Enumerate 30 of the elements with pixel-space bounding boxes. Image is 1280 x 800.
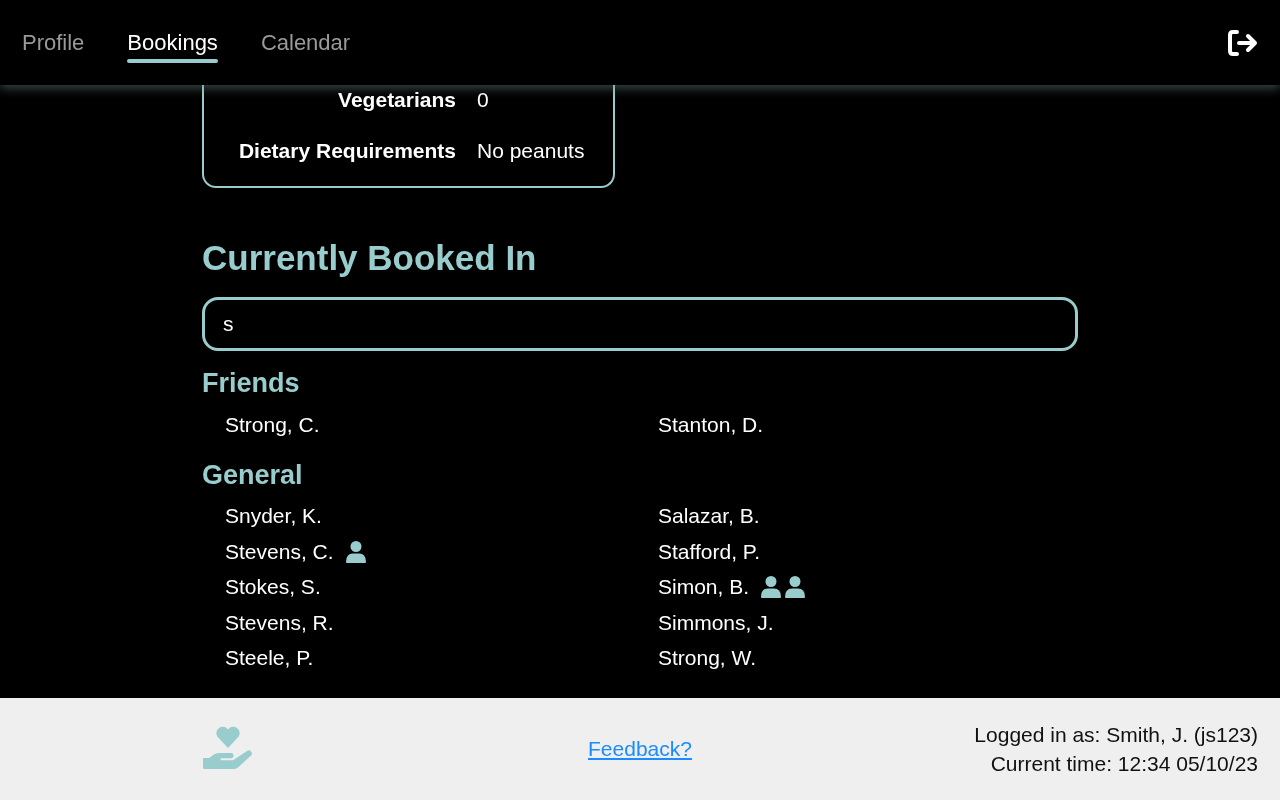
section-title: Currently Booked In: [202, 238, 538, 278]
person-name: Snyder, K.: [225, 503, 322, 530]
person-name: Strong, W.: [658, 645, 757, 672]
person-name: Simon, B.: [658, 574, 750, 601]
person-name: Stevens, R.: [225, 609, 334, 636]
person-icon: [785, 576, 806, 599]
nav-tab[interactable]: Profile: [22, 30, 85, 63]
person-name: Salazar, B.: [658, 503, 760, 530]
person-name: Stanton, D.: [658, 411, 764, 438]
detail-label: Vegetarians: [337, 88, 456, 112]
nav-tab[interactable]: Bookings: [127, 30, 218, 63]
person-icon: [345, 540, 366, 563]
detail-value: 0: [477, 88, 490, 112]
person-icon: [761, 576, 782, 599]
person-name: Strong, C.: [225, 411, 320, 438]
person-name: Stevens, C.: [225, 538, 334, 565]
person-name: Stafford, P.: [658, 538, 760, 565]
person-name: Simmons, J.: [658, 609, 774, 636]
heart-hand-icon: [203, 726, 253, 772]
person-name: Steele, P.: [225, 645, 314, 672]
search-field[interactable]: s: [202, 297, 1078, 351]
group-title: Friends: [202, 367, 301, 399]
footer-text: Logged in as: Smith, J. (js123): [974, 722, 1258, 748]
logout-icon[interactable]: [1227, 29, 1259, 57]
nav-tab[interactable]: Calendar: [260, 30, 351, 63]
detail-label: Dietary Requirements: [237, 139, 456, 163]
footer-text: Current time: 12:34 05/10/23: [990, 751, 1258, 777]
person-name: Stokes, S.: [225, 574, 321, 601]
group-title: General: [202, 458, 304, 491]
detail-value: No peanuts: [477, 139, 586, 163]
